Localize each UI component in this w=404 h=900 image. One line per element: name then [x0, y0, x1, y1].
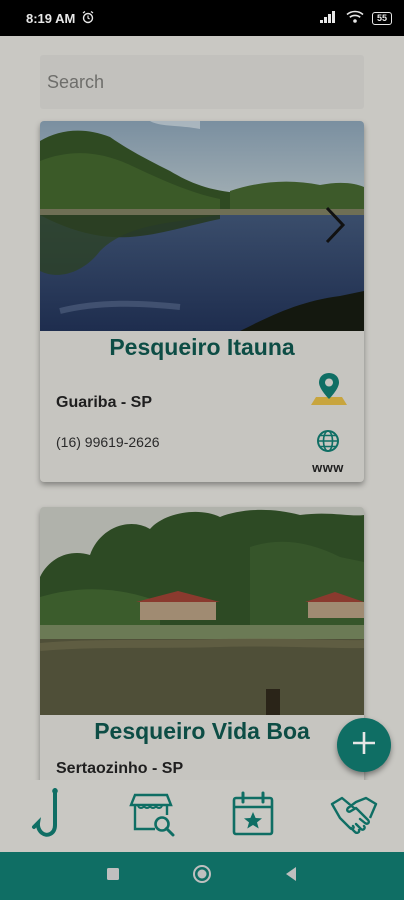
fishery-card[interactable]: Pesqueiro Vida Boa Sertaozinho - SP — [40, 507, 364, 787]
card-phone[interactable]: (16) 99619-2626 — [56, 434, 160, 450]
nav-calendar[interactable] — [223, 786, 283, 846]
system-navigation-bar — [0, 852, 404, 900]
recents-square-icon[interactable] — [106, 867, 120, 886]
status-time: 8:19 AM — [26, 10, 76, 26]
battery-icon: 55 — [371, 11, 392, 25]
calendar-star-icon — [231, 791, 275, 842]
fishing-hook-icon — [31, 787, 71, 846]
nav-fishing[interactable] — [21, 786, 81, 846]
nav-partners[interactable] — [324, 786, 384, 846]
store-search-icon — [128, 791, 175, 842]
bottom-navigation — [0, 780, 404, 852]
card-city: Sertaozinho - SP — [56, 760, 184, 777]
card-title: Pesqueiro Vida Boa — [94, 718, 310, 744]
search-input[interactable] — [40, 55, 364, 109]
wifi-icon — [346, 10, 364, 26]
nav-store-search[interactable] — [122, 786, 182, 846]
fishery-photo — [40, 507, 364, 715]
map-pin-icon[interactable] — [310, 371, 348, 407]
plus-icon — [351, 730, 377, 761]
chevron-right-icon[interactable] — [324, 205, 346, 250]
home-circle-icon[interactable] — [192, 864, 212, 889]
add-button[interactable] — [337, 718, 391, 772]
handshake-icon — [330, 794, 378, 839]
website-link[interactable]: www — [308, 429, 348, 475]
status-bar: 8:19 AM 55 — [0, 0, 404, 36]
alarm-icon — [81, 10, 95, 27]
card-title: Pesqueiro Itauna — [109, 334, 295, 360]
card-city: Guariba - SP — [56, 394, 153, 411]
globe-icon — [316, 430, 340, 457]
signal-icon — [319, 10, 338, 26]
website-label: www — [312, 460, 344, 475]
fishery-card[interactable]: Pesqueiro Itauna Guariba - SP (16) 99619… — [40, 121, 364, 482]
fishery-photo — [40, 121, 364, 331]
back-triangle-icon[interactable] — [284, 866, 298, 887]
